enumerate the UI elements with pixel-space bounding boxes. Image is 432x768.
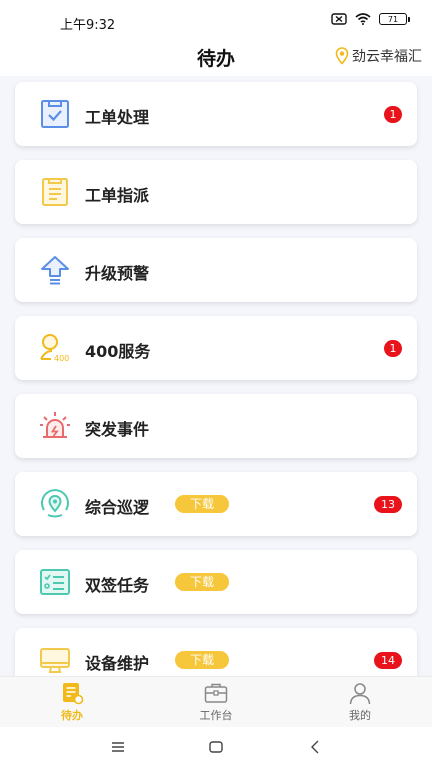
card-escalation-warning[interactable]: 升级预警	[15, 238, 417, 302]
card-label: 400服务	[85, 342, 151, 361]
todo-card-list: 工单处理 1 工单指派 升级预警 400 400服务 1 突发事件 综合巡逻 下…	[0, 76, 432, 676]
location-name: 劲云幸福汇	[352, 49, 422, 65]
download-button[interactable]: 下载	[175, 651, 229, 669]
user-icon	[349, 683, 371, 705]
card-work-order-processing[interactable]: 工单处理 1	[15, 82, 417, 146]
card-label: 工单处理	[85, 108, 150, 127]
download-button[interactable]: 下载	[175, 495, 229, 513]
card-comprehensive-patrol[interactable]: 综合巡逻 下载 13	[15, 472, 417, 536]
card-400-service[interactable]: 400 400服务 1	[15, 316, 417, 380]
battery-level: 71	[379, 13, 407, 25]
tab-label: 待办	[61, 709, 83, 722]
notification-badge: 13	[374, 496, 402, 513]
card-label: 突发事件	[85, 420, 150, 439]
card-label: 双签任务	[85, 576, 150, 595]
tab-workbench[interactable]: 工作台	[144, 677, 288, 727]
menu-icon[interactable]	[110, 739, 126, 755]
home-icon[interactable]	[208, 739, 224, 755]
svg-text:400: 400	[54, 354, 69, 363]
card-work-order-assign[interactable]: 工单指派	[15, 160, 417, 224]
header: 待办 劲云幸福汇	[0, 40, 432, 76]
download-button[interactable]: 下载	[175, 573, 229, 591]
card-dual-sign-task[interactable]: 双签任务 下载	[15, 550, 417, 614]
checklist-icon	[40, 569, 70, 595]
todo-icon	[63, 683, 84, 705]
clipboard-list-icon	[42, 178, 68, 206]
card-label: 工单指派	[85, 186, 150, 205]
card-equipment-maintenance[interactable]: 设备维护 下载 14	[15, 628, 417, 676]
clipboard-check-icon	[41, 100, 69, 128]
tab-todo[interactable]: 待办	[0, 677, 144, 727]
back-icon[interactable]	[308, 739, 324, 755]
toolbox-icon	[204, 683, 228, 703]
notification-badge: 1	[384, 340, 402, 357]
card-emergency-event[interactable]: 突发事件	[15, 394, 417, 458]
arrow-up-icon	[41, 256, 69, 285]
wifi-icon	[355, 13, 371, 25]
tab-label: 工作台	[199, 709, 233, 722]
location-selector[interactable]: 劲云幸福汇	[335, 46, 422, 66]
patrol-location-icon	[41, 489, 69, 518]
system-nav-bar	[0, 727, 432, 768]
bottom-tab-bar: 待办 工作台 我的	[0, 676, 432, 727]
sim-off-icon	[331, 13, 347, 25]
notification-badge: 1	[384, 106, 402, 123]
battery-indicator: 71	[379, 13, 410, 25]
tab-label: 我的	[349, 709, 371, 722]
card-label: 升级预警	[85, 264, 150, 283]
alarm-siren-icon	[40, 412, 70, 438]
monitor-icon	[40, 648, 70, 673]
status-bar: 上午9:32 71	[0, 0, 432, 40]
notification-badge: 14	[374, 652, 402, 669]
status-icons: 71	[331, 13, 410, 25]
location-pin-icon	[335, 47, 349, 65]
tab-mine[interactable]: 我的	[288, 677, 432, 727]
card-label: 设备维护	[85, 654, 150, 673]
service-400-icon: 400	[40, 334, 69, 363]
status-time: 上午9:32	[60, 18, 116, 33]
card-label: 综合巡逻	[85, 498, 150, 517]
